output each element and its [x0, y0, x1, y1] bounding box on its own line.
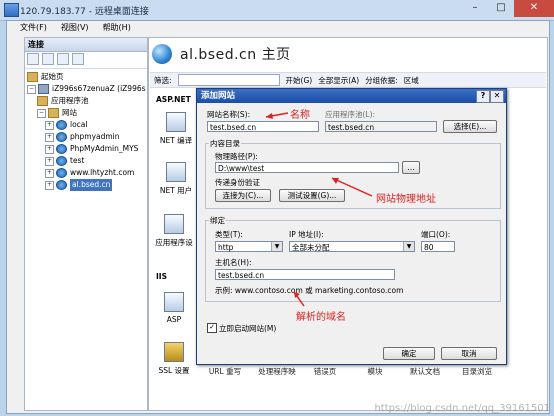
watermark: https://blog.csdn.net/qq_39161501 — [374, 403, 550, 414]
arrowhead-icon — [266, 113, 273, 119]
arrow-to-physical-path — [331, 177, 373, 197]
annotation-arrows — [265, 112, 373, 307]
